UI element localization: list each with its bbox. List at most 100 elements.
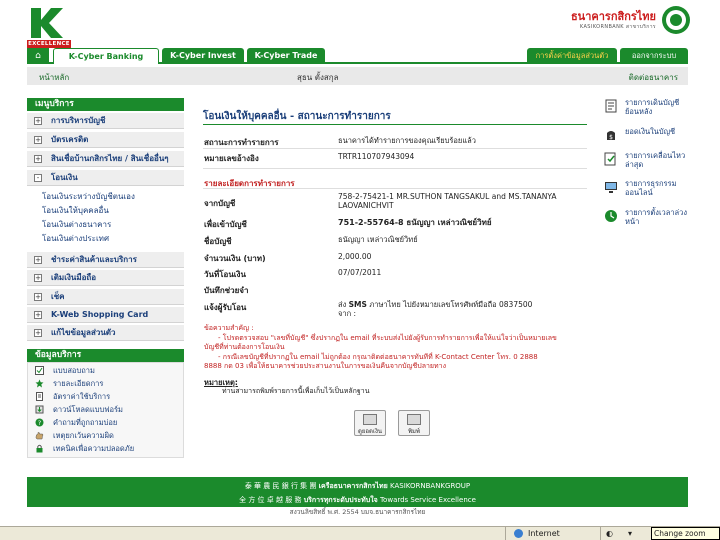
svg-text:$: $ <box>609 134 613 141</box>
row-divider <box>203 168 587 169</box>
notify-prefix: ส่ง <box>338 300 347 309</box>
sidebar-sub-international[interactable]: โอนเงินต่างประเทศ <box>42 232 109 245</box>
lock-icon <box>36 444 43 453</box>
remark-text: ท่านสามารถพิมพ์รายการนี้เพื่อเก็บไว้เป็น… <box>222 387 370 395</box>
sidebar-sub-other-bank[interactable]: โอนเงินต่างธนาคาร <box>42 218 111 231</box>
sidebar-item-label: สินเชื่อบ้านกสิกรไทย / สินเชื่ออื่นๆ <box>51 154 169 163</box>
footer-line-1: 泰 華 農 民 銀 行 集 團 เครือธนาคารกสิกรไทย KASI… <box>27 481 688 492</box>
sidebar-item-account-management[interactable]: + การบริหารบัญชี <box>27 113 184 129</box>
quick-link-online[interactable]: รายการธุรกรรมออนไลน์ <box>604 179 690 201</box>
sidebar-item-mobile-topup[interactable]: + เติมเงินมือถือ <box>27 270 184 286</box>
quick-link-label: ยอดเงินในบัญชี <box>625 127 676 136</box>
tab-k-cyber-invest[interactable]: K-Cyber Invest <box>162 48 244 64</box>
contact-link[interactable]: ติดต่อธนาคาร <box>629 71 678 84</box>
tab-k-cyber-banking[interactable]: K-Cyber Banking <box>53 48 159 64</box>
info-item-faq[interactable]: ? คำถามที่ถูกถามบ่อย <box>27 417 184 428</box>
from-account-value: 758-2-75421-1 MR.SUTHON TANGSAKUL and MS… <box>338 192 557 210</box>
info-item-disclaimer[interactable]: เหตุยกเว้นความผิด <box>27 430 184 441</box>
quick-link-schedule[interactable]: รายการตั้งเวลาล่วงหน้า <box>604 208 690 230</box>
protected-mode-icon[interactable]: ◐ <box>606 529 613 538</box>
sidebar-sub-third-party[interactable]: โอนเงินให้บุคคลอื่น <box>42 204 109 217</box>
question-icon: ? <box>35 418 44 427</box>
bank-name-th: ธนาคารกสิกรไทย <box>570 10 656 23</box>
info-item-label: อัตราค่าใช้บริการ <box>53 392 111 401</box>
copyright: สงวนลิขสิทธิ์ พ.ศ. 2554 บมจ.ธนาคารกสิกรไ… <box>289 508 426 516</box>
home-icon[interactable]: ⌂ <box>27 48 49 64</box>
print-button[interactable]: พิมพ์ <box>398 410 430 436</box>
sidebar-item-bill-payment[interactable]: + ชำระค่าสินค้าและบริการ <box>27 252 184 268</box>
sidebar-item-edit-profile[interactable]: + แก้ไขข้อมูลส่วนตัว <box>27 325 184 341</box>
info-item-details[interactable]: รายละเอียดการ <box>27 378 184 389</box>
quick-link-statement[interactable]: รายการเดินบัญชีย้อนหลัง <box>604 98 690 120</box>
footer-en-1: KASIKORNBANKGROUP <box>390 482 471 490</box>
recent-icon <box>604 152 616 166</box>
info-item-security-tips[interactable]: เทคนิคเพื่อความปลอดภัย <box>27 443 184 454</box>
user-name: สุธน ตั้งสกุล <box>297 73 339 82</box>
quick-link-balance[interactable]: $ ยอดเงินในบัญชี <box>604 127 690 143</box>
notify-sms: SMS <box>348 300 367 309</box>
view-balance-button[interactable]: ดูยอดเงิน <box>354 410 386 436</box>
footer-th-1: เครือธนาคารกสิกรไทย <box>318 482 388 490</box>
sub-bar: หน้าหลัก สุธน ตั้งสกุล ติดต่อธนาคาร <box>27 67 688 85</box>
sidebar-item-label: K-Web Shopping Card <box>51 310 149 319</box>
schedule-icon <box>605 210 617 222</box>
sidebar-item-cheque[interactable]: + เช็ค <box>27 289 184 305</box>
tab-k-cyber-trade[interactable]: K-Cyber Trade <box>247 48 325 64</box>
quick-link-label: รายการตั้งเวลาล่วงหน้า <box>625 208 687 226</box>
info-item-label: รายละเอียดการ <box>53 379 104 388</box>
footer-line-2: 全 方 位 卓 越 服 務 บริการทุกระดับประทับใจ Tow… <box>27 495 688 506</box>
zoom-dropdown-icon[interactable]: ▾ <box>628 529 632 538</box>
expand-icon: + <box>34 329 42 337</box>
svg-text:?: ? <box>38 419 41 427</box>
row-divider <box>203 188 587 189</box>
status-divider <box>600 527 601 540</box>
main-nav: ⌂ K-Cyber Banking K-Cyber Invest K-Cyber… <box>27 48 688 64</box>
statement-icon <box>605 99 617 113</box>
view-balance-label: ดูยอดเงิน <box>358 428 382 435</box>
sidebar-item-credit-card[interactable]: + บัตรเครดิต <box>27 132 184 148</box>
sidebar-item-k-web-shopping[interactable]: + K-Web Shopping Card <box>27 307 184 323</box>
notify-value: ส่ง SMS ภาษาไทย ไปยังหมายเลขโทรศัพท์มือถ… <box>338 300 598 318</box>
footer-cn-2: 全 方 位 卓 越 服 務 <box>239 496 302 504</box>
globe-icon <box>514 529 523 538</box>
transfer-date-label: วันที่โอนเงิน <box>204 270 246 279</box>
expand-icon: + <box>34 274 42 282</box>
sidebar-item-loans[interactable]: + สินเชื่อบ้านกสิกรไทย / สินเชื่ออื่นๆ <box>27 151 184 167</box>
edit-settings-link[interactable]: การตั้งค่าข้อมูลส่วนตัว <box>527 48 617 64</box>
expand-icon: + <box>34 155 42 163</box>
star-icon <box>35 379 44 388</box>
sidebar-item-transfer[interactable]: - โอนเงิน <box>27 170 184 186</box>
expand-icon: + <box>34 293 42 301</box>
sidebar-item-label: การบริหารบัญชี <box>51 116 106 125</box>
quick-link-recent[interactable]: รายการเคลื่อนไหวล่าสุด <box>604 151 690 173</box>
expand-icon: + <box>34 136 42 144</box>
amount-label: จำนวนเงิน (บาท) <box>204 254 266 263</box>
hand-icon <box>35 432 44 440</box>
info-item-survey[interactable]: แบบสอบถาม <box>27 365 184 376</box>
logout-button[interactable]: ออกจากระบบ <box>620 48 688 64</box>
bank-emblem-icon <box>662 6 690 34</box>
home-link[interactable]: หน้าหลัก <box>39 71 69 84</box>
info-item-download-forms[interactable]: ดาวน์โหลดแบบฟอร์ม <box>27 404 184 415</box>
expand-icon: + <box>34 311 42 319</box>
kbank-logo: EXCELLENCE <box>27 6 71 48</box>
printer-icon <box>407 414 421 425</box>
sidebar-item-label: แก้ไขข้อมูลส่วนตัว <box>51 328 116 337</box>
info-item-fees[interactable]: อัตราค่าใช้บริการ <box>27 391 184 402</box>
bank-brand: ธนาคารกสิกรไทย KASIKORNBANK สาขาบริการ <box>534 10 656 31</box>
document-icon <box>36 392 43 401</box>
notes-line-2: บัญชีที่ท่านต้องการโอนเงิน <box>204 343 285 351</box>
logo-k-icon <box>27 6 71 40</box>
title-divider <box>203 124 587 125</box>
logo-excellence: EXCELLENCE <box>27 40 71 48</box>
amount-value: 2,000.00 <box>338 252 372 261</box>
zone-label: Internet <box>528 529 560 538</box>
online-icon <box>605 182 617 193</box>
to-account-value: 751-2-55764-8 ธนัญญา เหล่าวณิชย์วิทย์ <box>338 218 492 227</box>
expand-icon: + <box>34 117 42 125</box>
quick-link-label: รายการธุรกรรมออนไลน์ <box>625 179 677 197</box>
sidebar-sub-own-account[interactable]: โอนเงินระหว่างบัญชีตนเอง <box>42 190 135 203</box>
footer-band: 泰 華 農 民 銀 行 集 團 เครือธนาคารกสิกรไทย KASI… <box>27 477 688 507</box>
browser-status-bar: Internet ◐ ▾ Change zoom level <box>0 526 720 540</box>
from-account-label: จากบัญชี <box>204 199 236 208</box>
